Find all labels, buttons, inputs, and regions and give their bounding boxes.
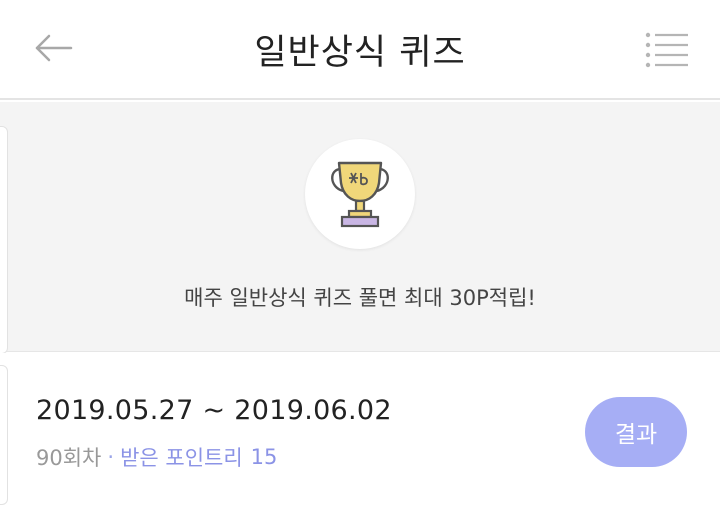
meta-separator: · [107, 445, 115, 469]
points-value: 15 [250, 445, 278, 469]
banner-text: 매주 일반상식 퀴즈 풀면 최대 30P적립! [184, 286, 536, 310]
trophy-badge [305, 139, 415, 249]
points-label: 받은 포인트리 [120, 446, 243, 470]
page-title: 일반상식 퀴즈 [254, 33, 466, 73]
quiz-date-range: 2019.05.27 ~ 2019.06.02 [36, 395, 392, 426]
menu-button[interactable] [644, 30, 690, 68]
quiz-banner: 매주 일반상식 퀴즈 풀면 최대 30P적립! [0, 102, 720, 354]
list-menu-icon [645, 32, 688, 68]
list-item[interactable]: 2019.05.27 ~ 2019.06.02 90회차 · 받은 포인트리 1… [0, 353, 720, 505]
side-card-edge [0, 365, 8, 505]
round-number: 90회차 [36, 446, 102, 470]
result-button[interactable]: 결과 [585, 397, 687, 467]
side-card-edge [0, 126, 8, 354]
app-header: 일반상식 퀴즈 [0, 0, 720, 100]
quiz-meta: 90회차 · 받은 포인트리 15 [36, 442, 277, 472]
trophy-icon [331, 161, 389, 228]
